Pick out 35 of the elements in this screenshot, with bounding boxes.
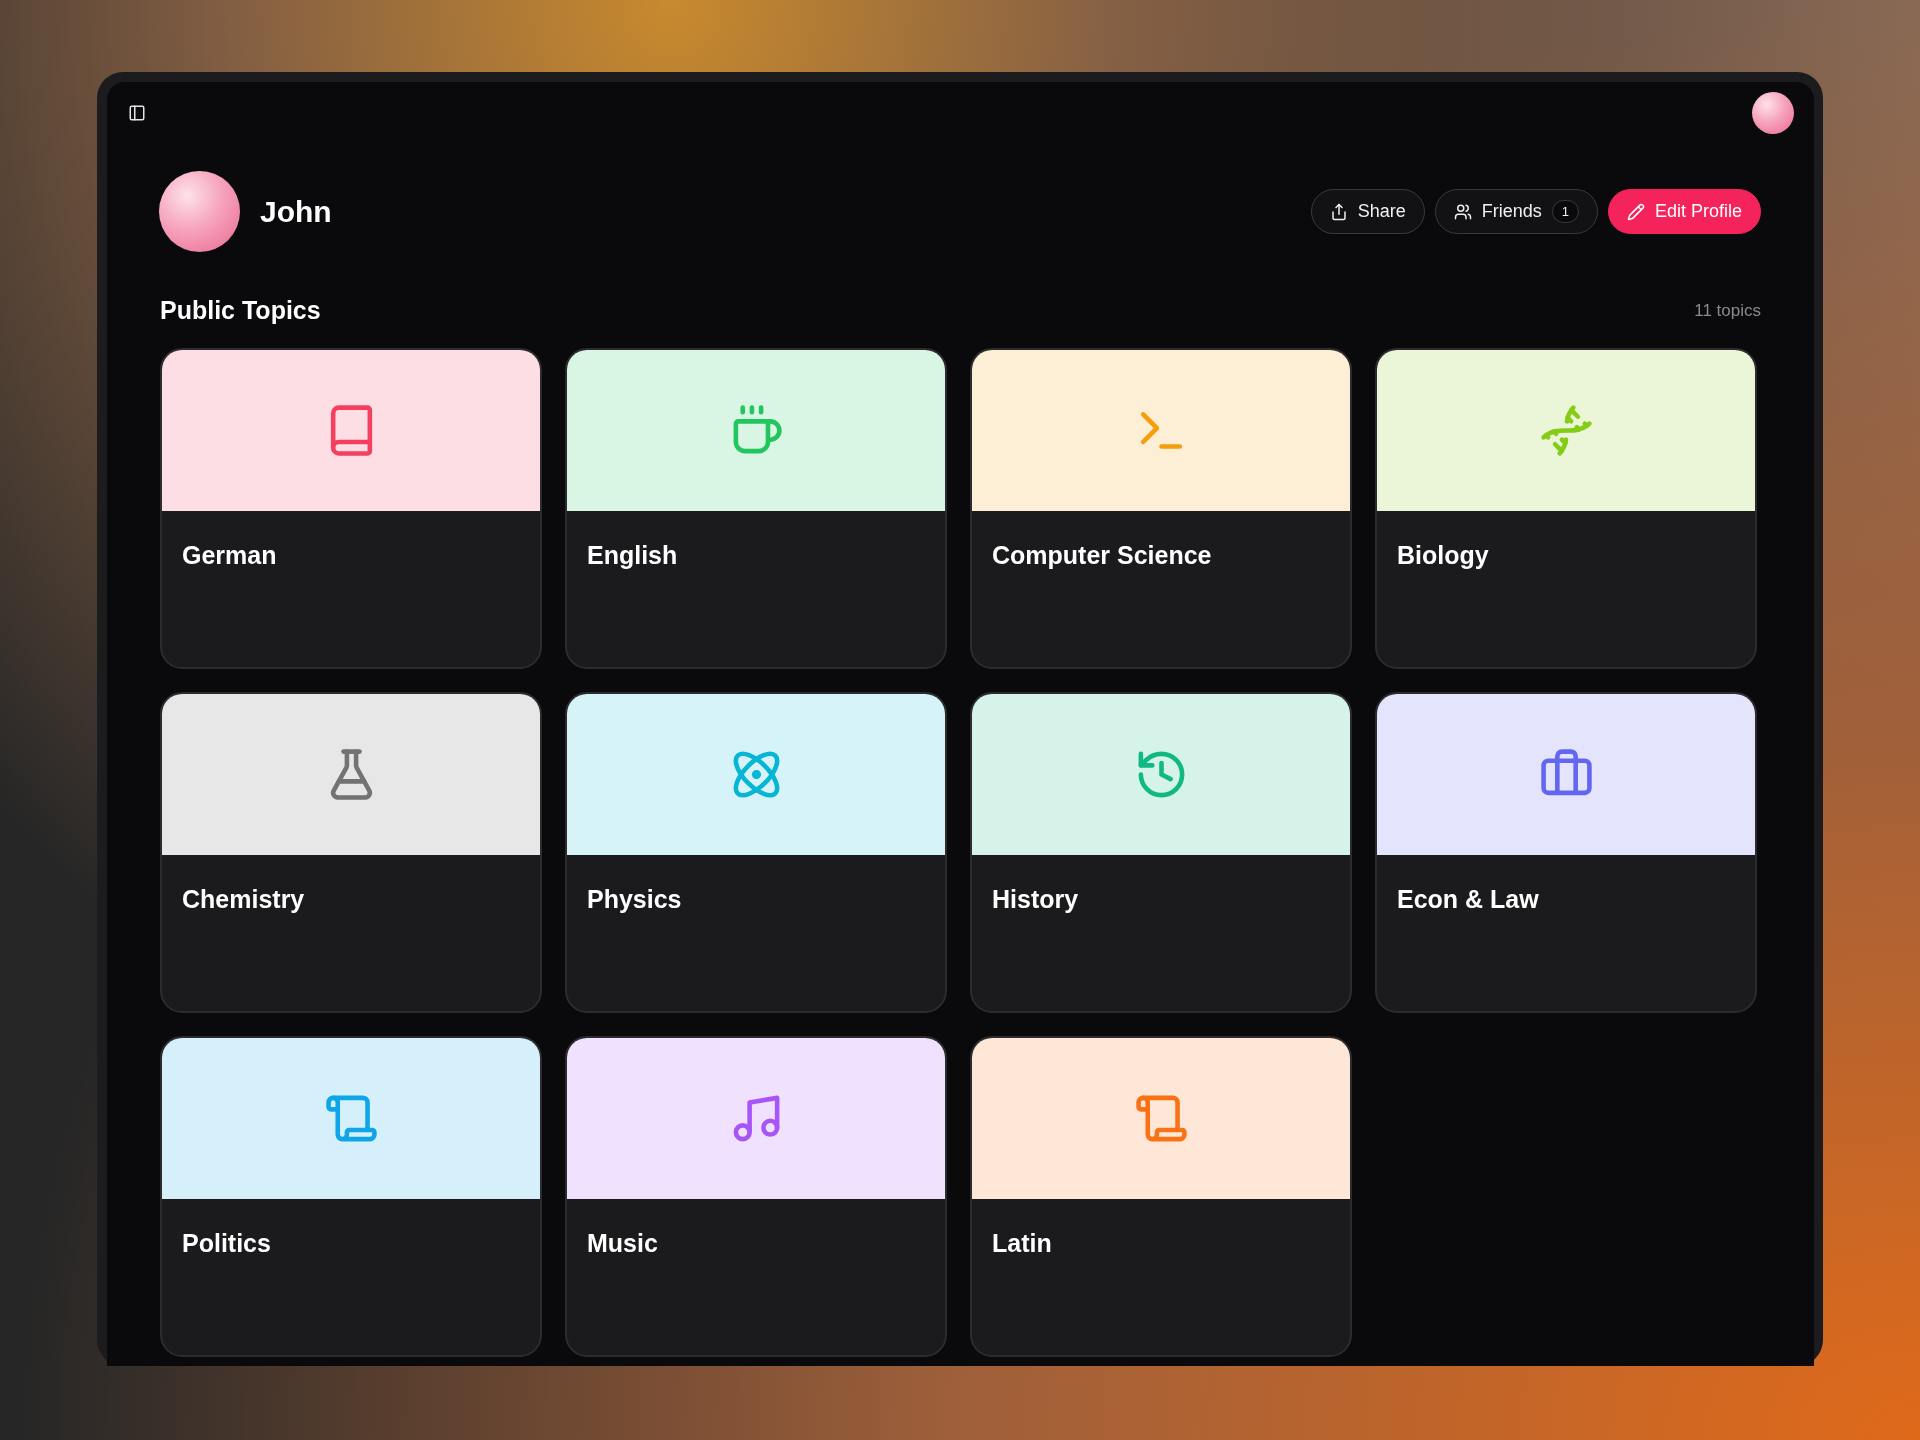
topic-title: Physics	[587, 885, 682, 913]
topic-title: History	[992, 885, 1079, 913]
share-button[interactable]: Share	[1310, 189, 1425, 234]
sidebar-toggle-icon[interactable]	[128, 104, 146, 122]
topic-title: Biology	[1397, 541, 1489, 569]
profile-name: John	[260, 194, 332, 229]
friends-count-badge: 1	[1551, 200, 1579, 223]
topic-title: Econ & Law	[1397, 885, 1539, 913]
topic-card[interactable]: Latin	[970, 1036, 1352, 1357]
share-icon	[1329, 202, 1348, 221]
topic-card[interactable]: Econ & Law	[1375, 692, 1757, 1013]
user-avatar[interactable]	[1752, 92, 1794, 134]
topic-card[interactable]: History	[970, 692, 1352, 1013]
topic-card[interactable]: German	[160, 348, 542, 669]
topic-title: English	[587, 541, 678, 569]
users-icon	[1453, 202, 1472, 221]
topic-title: Latin	[992, 1229, 1052, 1257]
friends-label: Friends	[1481, 201, 1542, 222]
topic-title: German	[182, 541, 277, 569]
topic-count: 11 topics	[1694, 300, 1761, 321]
topic-title: Music	[587, 1229, 658, 1257]
topic-card[interactable]: Physics	[565, 692, 947, 1013]
section-title: Public Topics	[160, 296, 321, 325]
friends-button[interactable]: Friends 1	[1434, 189, 1598, 234]
topic-card[interactable]: Politics	[160, 1036, 542, 1357]
topic-title: Chemistry	[182, 885, 305, 913]
topic-title: Politics	[182, 1229, 271, 1257]
edit-profile-button[interactable]: Edit Profile	[1607, 189, 1761, 234]
pencil-icon	[1626, 202, 1645, 221]
topic-card[interactable]: Music	[565, 1036, 947, 1357]
topic-card[interactable]: Chemistry	[160, 692, 542, 1013]
topic-title: Computer Science	[992, 541, 1212, 569]
topic-card[interactable]: Computer Science	[970, 348, 1352, 669]
topic-card[interactable]: English	[565, 348, 947, 669]
topic-card[interactable]: Biology	[1375, 348, 1757, 669]
